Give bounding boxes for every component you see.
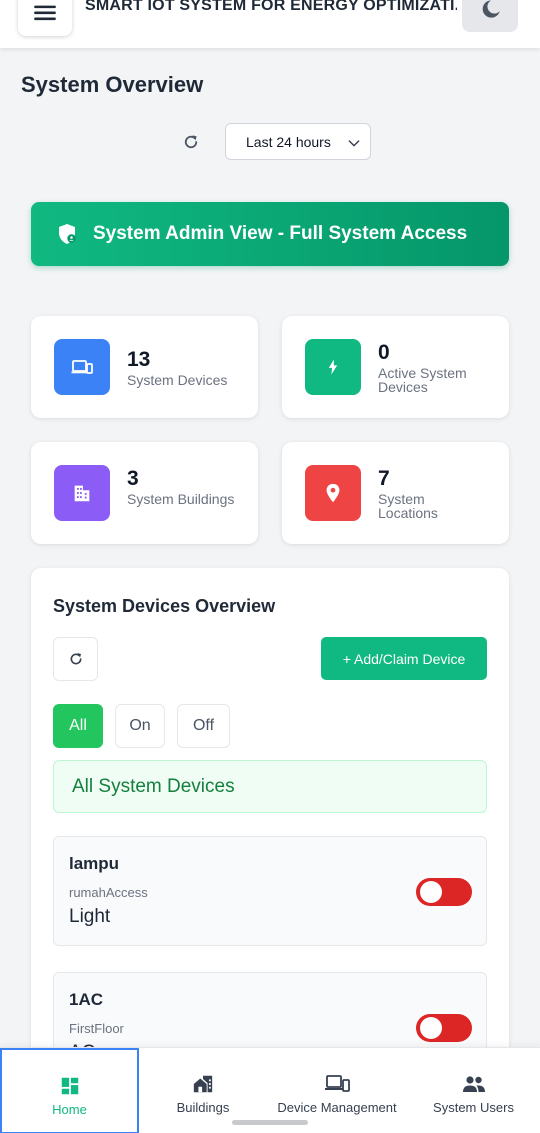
stat-label: System Locations: [378, 491, 438, 521]
theme-toggle-button[interactable]: [462, 0, 518, 32]
device-power-toggle[interactable]: [416, 878, 472, 906]
time-range-value: Last 24 hours: [246, 133, 331, 150]
system-devices-panel: System Devices Overview + Add/Claim Devi…: [31, 568, 509, 1088]
panel-title: System Devices Overview: [53, 596, 276, 616]
device-type: Light: [69, 906, 111, 927]
stat-card-system-devices[interactable]: 13 System Devices: [31, 316, 258, 418]
nav-label: Home: [52, 1102, 87, 1117]
page-title: System Overview: [21, 72, 204, 97]
admin-access-banner: System Admin View - Full System Access: [31, 202, 509, 266]
nav-home[interactable]: Home: [0, 1048, 139, 1133]
device-name: 1AC: [69, 990, 104, 1009]
toggle-knob: [420, 1017, 442, 1039]
refresh-icon: [184, 135, 198, 149]
nav-label: Buildings: [176, 1100, 230, 1115]
buildings-icon: [193, 1075, 213, 1093]
toggle-knob: [420, 881, 442, 903]
filter-heading: All System Devices: [53, 760, 487, 813]
stat-value: 3: [127, 467, 139, 490]
bolt-icon: [305, 339, 361, 395]
building-icon: [54, 465, 110, 521]
device-location: FirstFloor: [69, 1021, 124, 1036]
menu-button[interactable]: [18, 0, 72, 36]
time-range-select[interactable]: Last 24 hours: [225, 123, 371, 160]
filter-off-button[interactable]: Off: [177, 704, 230, 748]
stat-card-locations[interactable]: 7 System Locations: [282, 442, 509, 544]
stat-value: 0: [378, 341, 390, 364]
stat-label: System Devices: [127, 372, 228, 388]
moon-icon: [482, 0, 500, 18]
device-name: lampu: [69, 854, 120, 873]
filter-all-button[interactable]: All: [53, 704, 103, 748]
nav-label: Device Management: [277, 1100, 397, 1115]
refresh-devices-button[interactable]: [53, 637, 98, 681]
device-card[interactable]: lampu rumahAccess Light: [53, 836, 487, 946]
users-icon: [462, 1076, 485, 1092]
gesture-home-indicator: [232, 1120, 308, 1125]
stat-label: Active System Devices: [378, 365, 467, 395]
chevron-down-icon: [348, 140, 360, 147]
location-pin-icon: [305, 465, 361, 521]
stat-card-active-devices[interactable]: 0 Active System Devices: [282, 316, 509, 418]
top-app-bar: SMART IOT SYSTEM FOR ENERGY OPTIMIZATI..…: [0, 0, 540, 48]
devices-icon: [325, 1075, 350, 1092]
stat-card-buildings[interactable]: 3 System Buildings: [31, 442, 258, 544]
filter-on-button[interactable]: On: [115, 704, 165, 748]
add-claim-device-button[interactable]: + Add/Claim Device: [321, 637, 487, 680]
admin-banner-text: System Admin View - Full System Access: [93, 223, 468, 244]
device-power-toggle[interactable]: [416, 1014, 472, 1042]
stat-value: 7: [378, 467, 390, 490]
refresh-icon: [70, 653, 81, 665]
refresh-overview-button[interactable]: [180, 131, 202, 153]
nav-system-users[interactable]: System Users: [407, 1048, 540, 1133]
devices-icon: [54, 339, 110, 395]
nav-label: System Users: [433, 1100, 514, 1115]
stat-value: 13: [127, 348, 151, 371]
shield-icon: [55, 222, 79, 246]
device-location: rumahAccess: [69, 885, 148, 900]
hamburger-menu-icon: [34, 5, 56, 21]
dashboard-icon: [61, 1077, 78, 1095]
stat-label: System Buildings: [127, 491, 235, 507]
app-title: SMART IOT SYSTEM FOR ENERGY OPTIMIZATI..…: [85, 0, 457, 14]
